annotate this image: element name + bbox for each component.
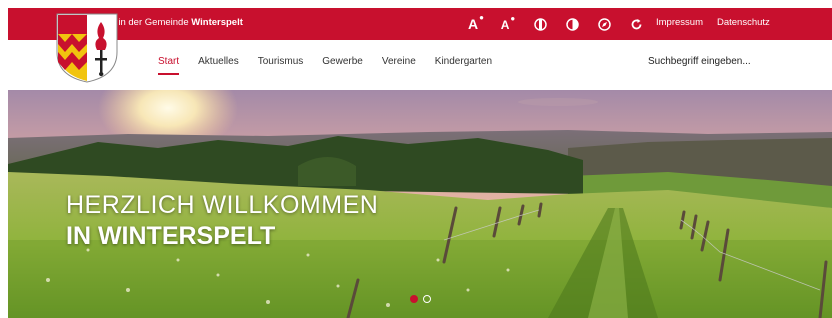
hero-heading-line1: HERZLICH WILLKOMMEN <box>66 191 379 219</box>
main-nav: Start Aktuelles Tourismus Gewerbe Verein… <box>158 56 511 75</box>
nav-item-start[interactable]: Start <box>158 56 180 75</box>
text-size-increase-button[interactable]: A● <box>460 13 492 34</box>
reload-button[interactable] <box>620 14 652 34</box>
text-size-decrease-icon: A● <box>500 13 516 32</box>
impressum-link[interactable]: Impressum <box>656 17 703 28</box>
hero-banner: HERZLICH WILLKOMMEN IN WINTERSPELT <box>8 90 832 318</box>
slider-dot-1[interactable] <box>410 295 418 303</box>
reload-icon <box>631 18 641 29</box>
contrast-half-icon <box>533 17 547 31</box>
nav-item-aktuelles[interactable]: Aktuelles <box>198 56 239 67</box>
top-bar: Willkommen in der Gemeinde Winterspelt A… <box>8 8 832 40</box>
accessibility-tools: A● A● <box>460 13 652 34</box>
nav-item-tourismus[interactable]: Tourismus <box>258 56 304 67</box>
page: Willkommen in der Gemeinde Winterspelt A… <box>0 0 832 318</box>
contrast-icon <box>565 17 579 31</box>
welcome-municipality: Winterspelt <box>191 17 243 28</box>
search-input[interactable]: Suchbegriff eingeben... <box>648 56 751 67</box>
contrast-half-button[interactable] <box>524 14 556 34</box>
nav-item-gewerbe[interactable]: Gewerbe <box>322 56 363 67</box>
compass-button[interactable] <box>588 14 620 34</box>
nav-item-vereine[interactable]: Vereine <box>382 56 416 67</box>
slider-dot-2[interactable] <box>423 295 431 303</box>
hero-heading-line2: IN WINTERSPELT <box>66 222 276 250</box>
slider-dots <box>410 295 431 303</box>
municipality-crest-logo[interactable] <box>55 12 119 84</box>
main-header: Start Aktuelles Tourismus Gewerbe Verein… <box>8 40 832 90</box>
contrast-button[interactable] <box>556 14 588 34</box>
text-size-increase-icon: A● <box>468 13 484 32</box>
datenschutz-link[interactable]: Datenschutz <box>717 17 770 28</box>
text-size-decrease-button[interactable]: A● <box>492 14 524 34</box>
compass-icon <box>597 17 611 31</box>
hero-heading: HERZLICH WILLKOMMEN IN WINTERSPELT <box>66 190 378 252</box>
nav-item-kindergarten[interactable]: Kindergarten <box>435 56 492 67</box>
top-links: Impressum Datenschutz <box>656 17 770 28</box>
